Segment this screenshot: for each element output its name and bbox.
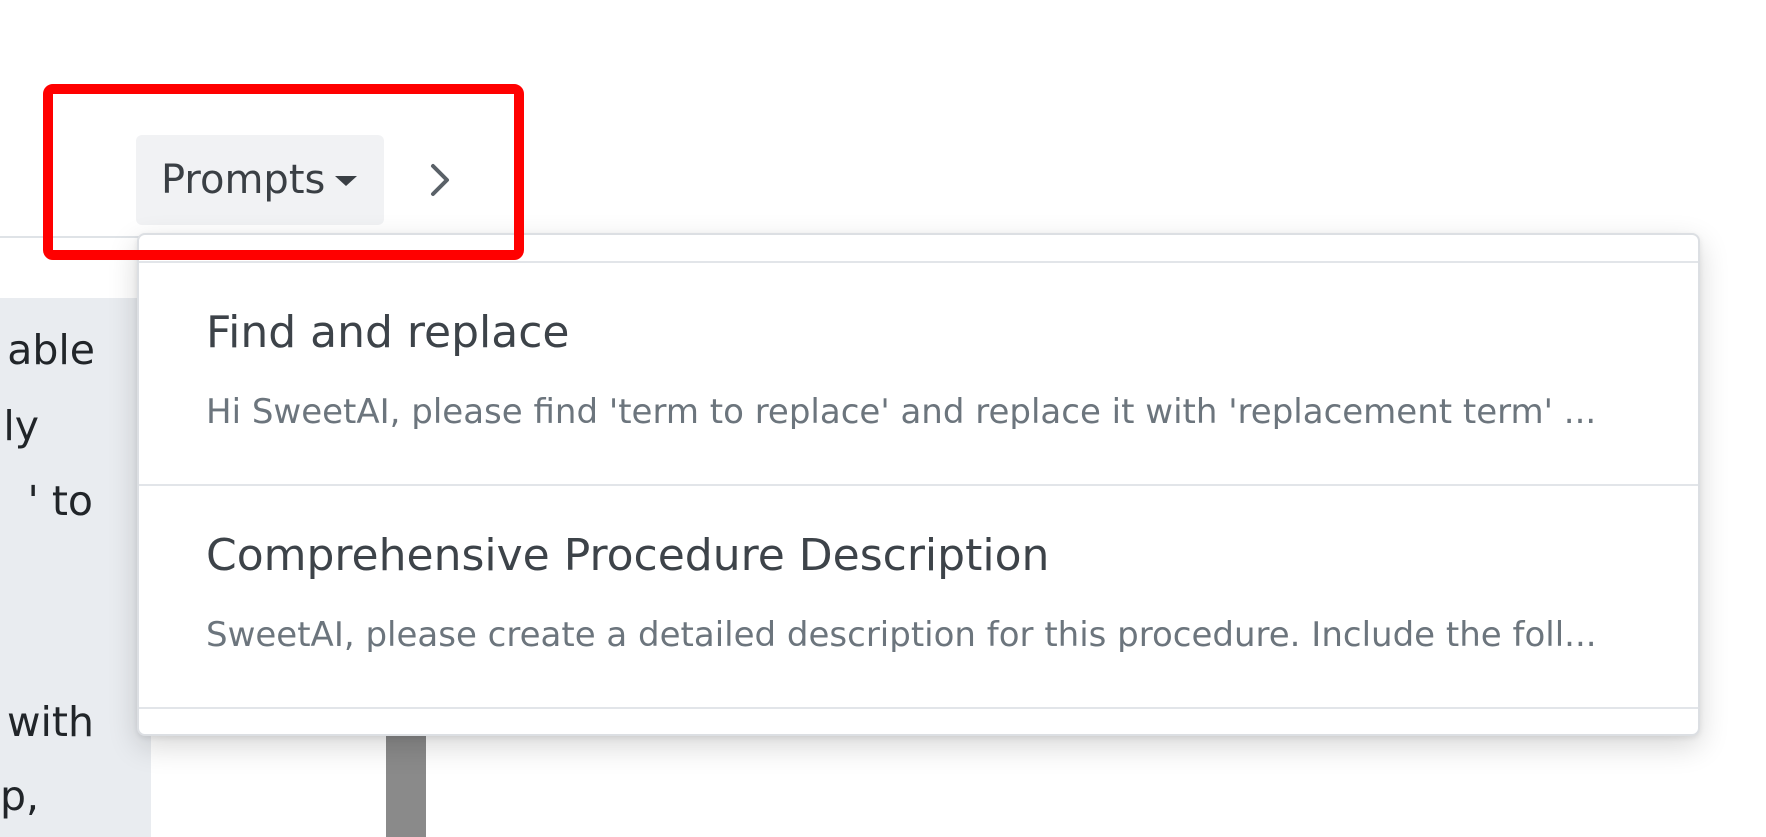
caret-down-icon [335,176,358,186]
chat-text-fragment: able [7,326,95,374]
scrollbar-thumb[interactable] [386,735,426,837]
chat-text-fragment: p, [0,772,39,820]
chat-text-fragment: ' to [27,477,93,525]
prompt-title: Comprehensive Procedure Description [206,530,1050,581]
prompt-item-comprehensive-procedure[interactable]: Comprehensive Procedure Description Swee… [139,486,1698,707]
prompt-description: Hi SweetAI, please find 'term to replace… [206,395,1597,429]
chat-text-fragment: with [7,698,94,746]
menu-divider [139,707,1698,709]
prompts-dropdown-menu: Find and replace Hi SweetAI, please find… [137,233,1700,736]
prompt-title: Find and replace [206,307,570,358]
chevron-right-icon [431,164,449,196]
prompts-button-label: Prompts [161,157,326,203]
app-stage: able ly ' to with p, Prompts Find and re… [0,0,1766,837]
next-button[interactable] [410,150,470,210]
prompt-item-find-and-replace[interactable]: Find and replace Hi SweetAI, please find… [139,263,1698,484]
chat-message-bubble: able ly ' to with p, [0,298,151,837]
prompt-description: SweetAI, please create a detailed descri… [206,618,1597,652]
divider [0,236,140,238]
chat-text-fragment: ly [3,402,39,450]
prompts-dropdown-button[interactable]: Prompts [136,135,384,225]
